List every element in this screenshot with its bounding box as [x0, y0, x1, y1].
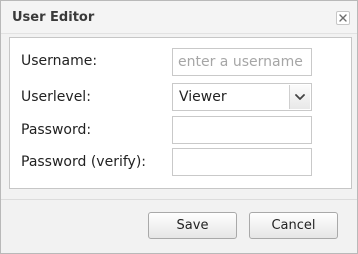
password-input[interactable] — [172, 116, 312, 144]
password-verify-label: Password (verify): — [21, 154, 146, 170]
password-verify-input[interactable] — [172, 148, 312, 176]
username-label: Username: — [21, 53, 98, 69]
footer-divider — [1, 199, 357, 200]
close-button[interactable] — [336, 11, 350, 25]
chevron-down-icon — [295, 94, 305, 100]
userlevel-label: Userlevel: — [21, 89, 91, 105]
close-icon — [339, 14, 347, 22]
dialog-titlebar: User Editor — [1, 1, 357, 34]
userlevel-selected: Viewer — [179, 89, 227, 105]
cancel-button[interactable]: Cancel — [249, 212, 338, 239]
form-panel: Username: Userlevel: Viewer Password: Pa… — [9, 37, 352, 189]
password-label: Password: — [21, 122, 92, 138]
save-button[interactable]: Save — [148, 212, 237, 239]
username-input[interactable] — [172, 48, 312, 76]
user-editor-dialog: User Editor Username: Userlevel: Viewer … — [0, 0, 358, 254]
dialog-title: User Editor — [12, 10, 95, 25]
userlevel-select[interactable]: Viewer — [172, 83, 312, 111]
userlevel-dropdown-button[interactable] — [289, 85, 310, 109]
